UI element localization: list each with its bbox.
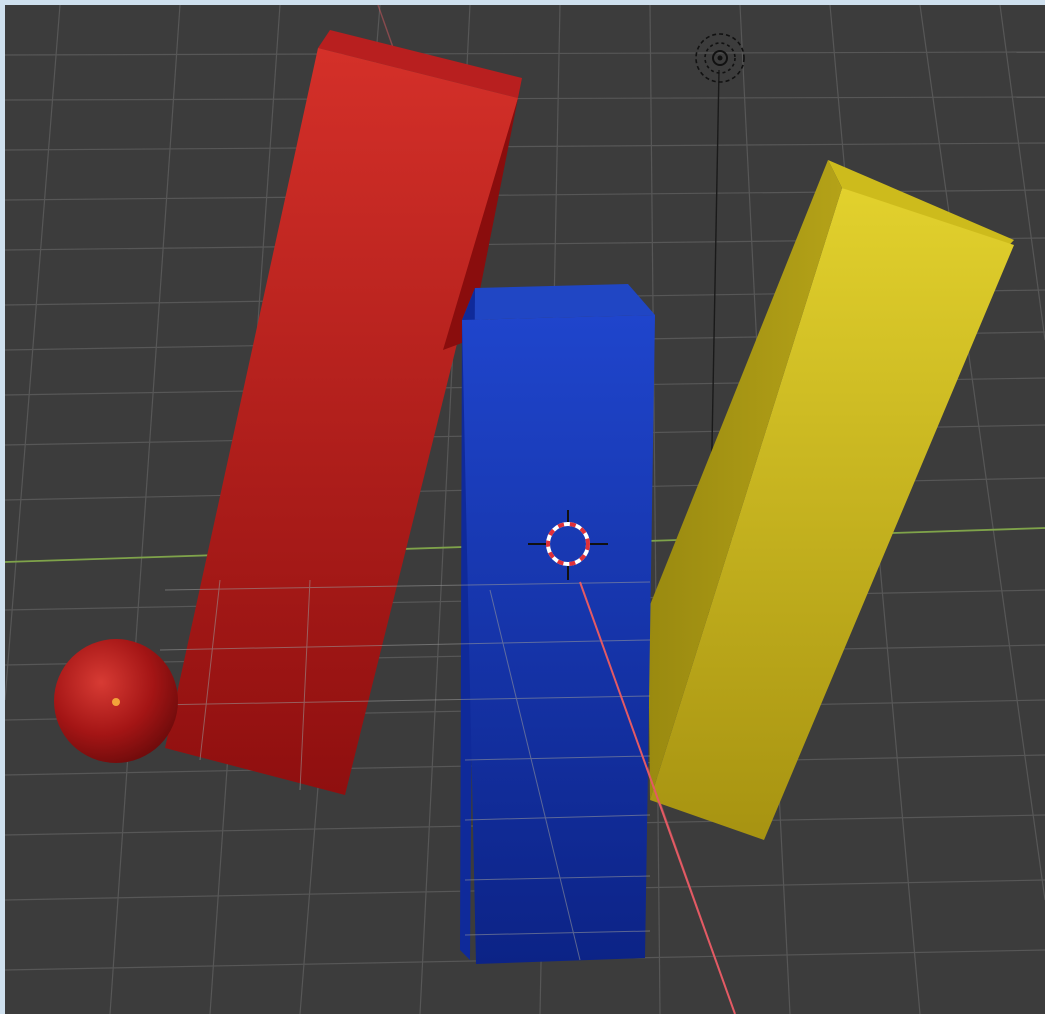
blue-box-top-face xyxy=(462,284,655,320)
red-sphere[interactable] xyxy=(54,639,178,763)
scene-canvas[interactable] xyxy=(5,5,1045,1014)
light-dot xyxy=(717,55,723,61)
3d-viewport[interactable] xyxy=(5,5,1045,1014)
viewport-frame xyxy=(0,0,1045,1014)
blue-box-front-face xyxy=(462,315,655,964)
origin-dot xyxy=(112,698,120,706)
blue-box[interactable] xyxy=(460,284,655,964)
